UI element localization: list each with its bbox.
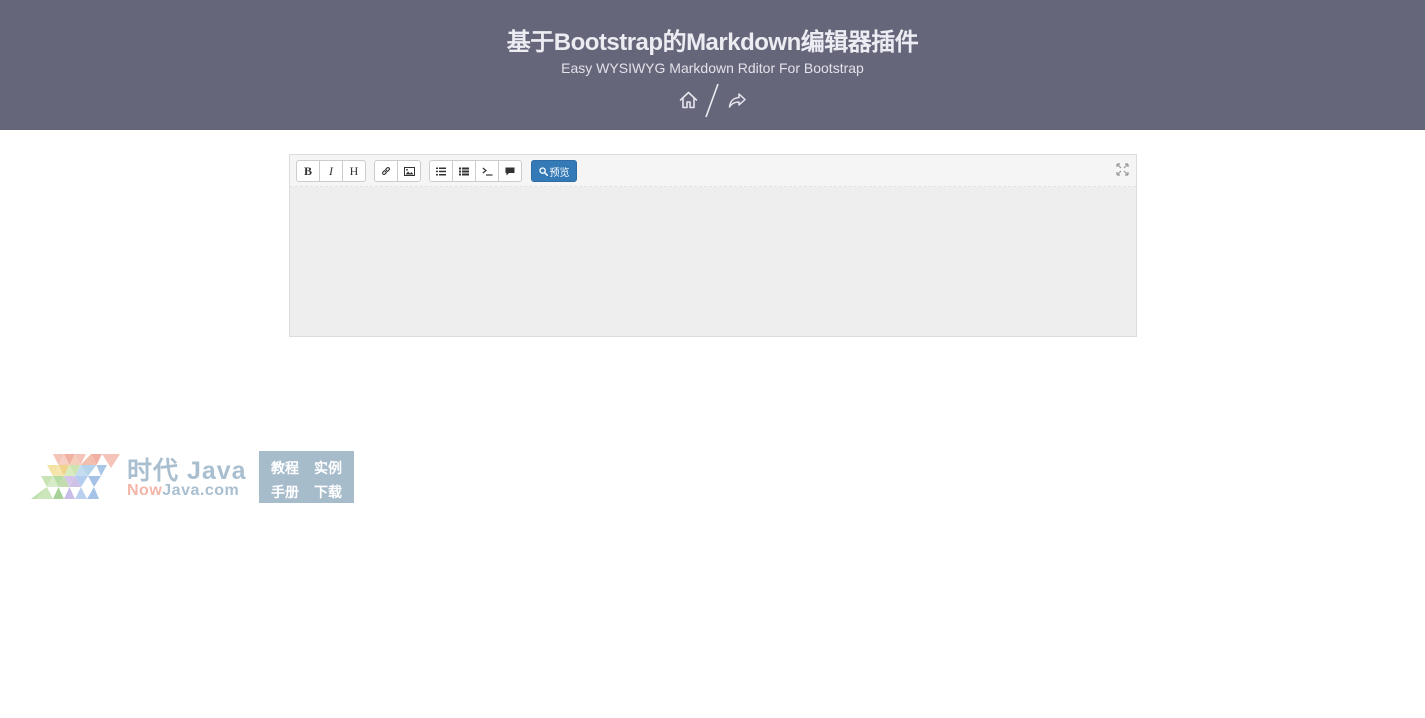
preview-button[interactable]: 预览 <box>531 160 577 182</box>
watermark-link-tutorial[interactable]: 教程 <box>271 458 299 478</box>
block-button-group <box>429 160 522 182</box>
fullscreen-icon[interactable] <box>1116 163 1129 176</box>
watermark-link-manual[interactable]: 手册 <box>271 482 299 502</box>
preview-label: 预览 <box>549 167 570 179</box>
link-icon <box>382 167 390 175</box>
share-icon[interactable] <box>728 92 747 109</box>
search-icon <box>538 166 548 176</box>
heading-button[interactable]: H <box>342 160 366 182</box>
page-header: 基于Bootstrap的Markdown编辑器插件 Easy WYSIWYG M… <box>0 0 1425 130</box>
code-icon <box>481 167 492 176</box>
watermark: 时代 Java NowJava.com 教程 实例 手册 下载 <box>31 451 354 503</box>
watermark-link-download[interactable]: 下载 <box>314 482 342 502</box>
markdown-textarea[interactable] <box>290 187 1136 336</box>
page-title: 基于Bootstrap的Markdown编辑器插件 <box>506 29 919 56</box>
bold-button[interactable]: B <box>296 160 320 182</box>
watermark-links: 教程 实例 手册 下载 <box>259 451 354 503</box>
markdown-editor: B I H 预览 <box>289 154 1137 337</box>
image-icon <box>403 166 415 176</box>
unordered-list-button[interactable] <box>429 160 453 182</box>
nav-separator <box>705 83 719 118</box>
format-button-group: B I H <box>296 160 366 182</box>
code-button[interactable] <box>475 160 499 182</box>
link-button[interactable] <box>374 160 398 182</box>
home-icon[interactable] <box>679 91 698 109</box>
watermark-domain: NowJava.com <box>127 482 240 499</box>
watermark-link-examples[interactable]: 实例 <box>314 458 342 478</box>
ordered-list-button[interactable] <box>452 160 476 182</box>
insert-button-group <box>374 160 421 182</box>
ordered-list-icon <box>459 167 469 175</box>
list-icon <box>436 167 446 175</box>
site-logo-icon <box>31 454 120 499</box>
comment-icon <box>505 167 515 175</box>
editor-toolbar: B I H 预览 <box>290 155 1136 187</box>
italic-button[interactable]: I <box>319 160 343 182</box>
quote-button[interactable] <box>498 160 522 182</box>
header-nav <box>0 83 1425 119</box>
page-subtitle: Easy WYSIWYG Markdown Rditor For Bootstr… <box>561 60 864 76</box>
image-button[interactable] <box>397 160 421 182</box>
